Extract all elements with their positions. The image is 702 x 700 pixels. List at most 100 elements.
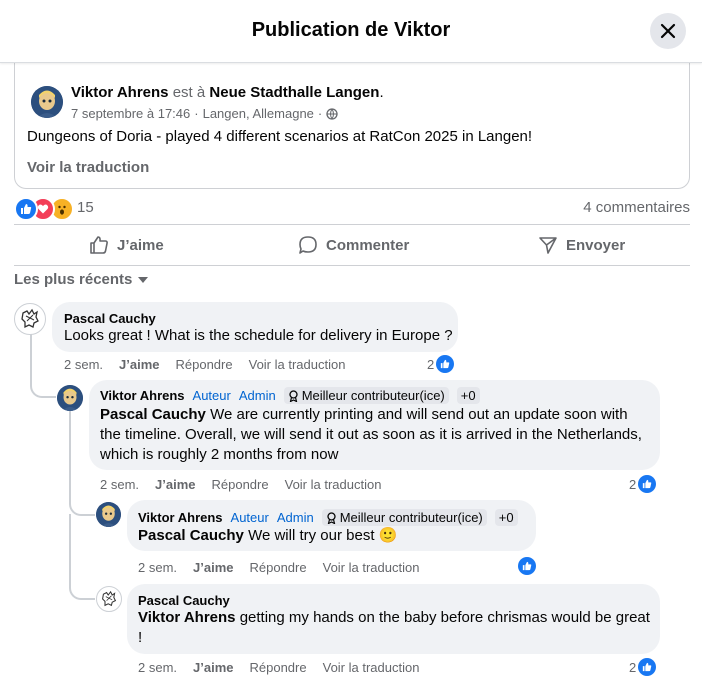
admin-badge[interactable]: Admin bbox=[277, 510, 314, 525]
divider-top bbox=[14, 224, 690, 225]
comment-reply-button[interactable]: Répondre bbox=[250, 660, 307, 675]
like-icon[interactable] bbox=[14, 197, 38, 221]
comment-time[interactable]: 2 sem. bbox=[138, 560, 177, 575]
like-icon bbox=[638, 475, 657, 493]
comment-text: Pascal Cauchy We are currently printing … bbox=[100, 405, 652, 465]
comment-reply-button[interactable]: Répondre bbox=[176, 357, 233, 372]
award-icon bbox=[289, 389, 298, 402]
author-badge[interactable]: Auteur bbox=[193, 388, 231, 403]
avatar-image bbox=[96, 502, 121, 527]
send-icon bbox=[539, 237, 557, 254]
caret-down-icon bbox=[138, 276, 149, 283]
globe-icon bbox=[326, 107, 338, 120]
comment-translate-button[interactable]: Voir la traduction bbox=[285, 477, 382, 492]
comment-time[interactable]: 2 sem. bbox=[100, 477, 139, 492]
comment-bubble: Viktor Ahrens Auteur Admin Meilleur cont… bbox=[89, 380, 660, 470]
comment-author[interactable]: Pascal Cauchy bbox=[138, 593, 230, 608]
top-contributor-badge[interactable]: Meilleur contributeur(ice) bbox=[283, 387, 449, 404]
post-author-line: Viktor Ahrens est à Neue Stadthalle Lang… bbox=[71, 84, 384, 101]
comment-button[interactable]: Commenter bbox=[298, 231, 409, 259]
avatar-image bbox=[31, 86, 63, 118]
comment-mention[interactable]: Viktor Ahrens bbox=[138, 609, 236, 626]
comment-text: Pascal Cauchy We will try our best 🙂 bbox=[138, 526, 397, 546]
reactions-row: 15 4 commentaires bbox=[14, 197, 690, 221]
comment-actions: 2 sem. J’aime Répondre Voir la traductio… bbox=[64, 357, 361, 372]
top-contributor-label: Meilleur contributeur(ice) bbox=[339, 510, 483, 525]
comment-avatar[interactable] bbox=[14, 303, 46, 335]
comment-actions: 2 sem. J’aime Répondre Voir la traductio… bbox=[138, 660, 435, 675]
comment-translate-button[interactable]: Voir la traduction bbox=[249, 357, 346, 372]
comment-mention[interactable]: Pascal Cauchy bbox=[138, 527, 244, 544]
comment-header: Viktor Ahrens Auteur Admin Meilleur cont… bbox=[100, 387, 480, 404]
comment-avatar[interactable] bbox=[96, 502, 121, 527]
author-badge[interactable]: Auteur bbox=[231, 510, 269, 525]
thread-line-3 bbox=[69, 514, 95, 600]
top-contributor-label: Meilleur contributeur(ice) bbox=[301, 388, 445, 403]
close-button[interactable] bbox=[650, 13, 686, 49]
comment-text: Viktor Ahrens getting my hands on the ba… bbox=[138, 608, 654, 648]
sort-dropdown[interactable]: Les plus récents bbox=[14, 271, 149, 288]
meta-separator-2: · bbox=[317, 106, 323, 121]
comment-avatar[interactable] bbox=[57, 385, 83, 411]
post-meta: 7 septembre à 17:46 · Langen, Allemagne … bbox=[71, 106, 338, 121]
avatar-image bbox=[57, 385, 83, 411]
meta-separator: · bbox=[194, 106, 199, 121]
send-button-label: Envoyer bbox=[566, 236, 626, 254]
post-author-name[interactable]: Viktor Ahrens bbox=[71, 84, 169, 101]
comment-like-button[interactable]: J’aime bbox=[155, 477, 195, 492]
comment-time[interactable]: 2 sem. bbox=[138, 660, 177, 675]
admin-badge[interactable]: Admin bbox=[239, 388, 276, 403]
post-author-avatar[interactable] bbox=[31, 86, 63, 118]
comment-like-button[interactable]: J’aime bbox=[193, 560, 233, 575]
post-location[interactable]: Neue Stadthalle Langen bbox=[209, 84, 379, 101]
thumbs-up-icon bbox=[90, 236, 108, 254]
comment-author[interactable]: Viktor Ahrens bbox=[100, 388, 185, 403]
comment-translate-button[interactable]: Voir la traduction bbox=[323, 560, 420, 575]
like-icon bbox=[518, 557, 536, 575]
comment-mention[interactable]: Pascal Cauchy bbox=[100, 406, 206, 423]
post-place[interactable]: Langen, Allemagne bbox=[203, 106, 314, 121]
comment-translate-button[interactable]: Voir la traduction bbox=[323, 660, 420, 675]
comment-like-button[interactable]: J’aime bbox=[119, 357, 159, 372]
comment-bubble: Viktor Ahrens Auteur Admin Meilleur cont… bbox=[127, 500, 536, 551]
post-text: Dungeons of Doria - played 4 different s… bbox=[27, 128, 533, 145]
comment-like-count: 2 bbox=[427, 356, 435, 372]
comment-avatar[interactable] bbox=[96, 586, 122, 612]
reactions-count[interactable]: 15 bbox=[77, 199, 94, 216]
comment-reactions[interactable] bbox=[516, 557, 536, 575]
post-location-period: . bbox=[379, 84, 384, 101]
plus-badge[interactable]: +0 bbox=[456, 387, 480, 404]
comment-reactions[interactable]: 2 bbox=[629, 475, 657, 493]
like-icon bbox=[436, 355, 455, 373]
comment-actions: 2 sem. J’aime Répondre Voir la traductio… bbox=[100, 477, 397, 492]
thread-line-1 bbox=[30, 334, 56, 398]
close-icon bbox=[660, 23, 676, 39]
plus-badge[interactable]: +0 bbox=[494, 509, 518, 526]
comment-bubble: Pascal Cauchy Looks great ! What is the … bbox=[52, 302, 458, 352]
modal-header: Publication de Viktor bbox=[0, 0, 702, 63]
post-see-translation[interactable]: Voir la traduction bbox=[27, 159, 149, 176]
like-icon bbox=[638, 658, 657, 676]
post-location-prefix: est à bbox=[172, 84, 206, 101]
post-date[interactable]: 7 septembre à 17:46 bbox=[71, 106, 190, 121]
comment-author[interactable]: Viktor Ahrens bbox=[138, 510, 223, 525]
award-icon bbox=[327, 511, 336, 524]
comment-reactions[interactable]: 2 bbox=[629, 658, 657, 676]
modal-title: Publication de Viktor bbox=[251, 19, 451, 41]
comment-icon bbox=[299, 236, 317, 254]
comment-time[interactable]: 2 sem. bbox=[64, 357, 103, 372]
comment-button-label: Commenter bbox=[326, 236, 410, 254]
top-contributor-badge[interactable]: Meilleur contributeur(ice) bbox=[321, 509, 487, 526]
comment-like-button[interactable]: J’aime bbox=[193, 660, 233, 675]
comment-like-count: 2 bbox=[629, 659, 637, 675]
comments-count[interactable]: 4 commentaires bbox=[583, 199, 690, 216]
send-button[interactable]: Envoyer bbox=[538, 231, 625, 259]
comment-actions: 2 sem. J’aime Répondre Voir la traductio… bbox=[138, 560, 435, 575]
comment-reply-button[interactable]: Répondre bbox=[212, 477, 269, 492]
comment-reply-button[interactable]: Répondre bbox=[250, 560, 307, 575]
comment-reactions[interactable]: 2 bbox=[427, 355, 455, 373]
comment-like-count: 2 bbox=[629, 476, 637, 492]
comment-bubble: Pascal Cauchy Viktor Ahrens getting my h… bbox=[127, 584, 660, 654]
comment-author[interactable]: Pascal Cauchy bbox=[64, 311, 156, 326]
like-button[interactable]: J’aime bbox=[89, 231, 164, 259]
